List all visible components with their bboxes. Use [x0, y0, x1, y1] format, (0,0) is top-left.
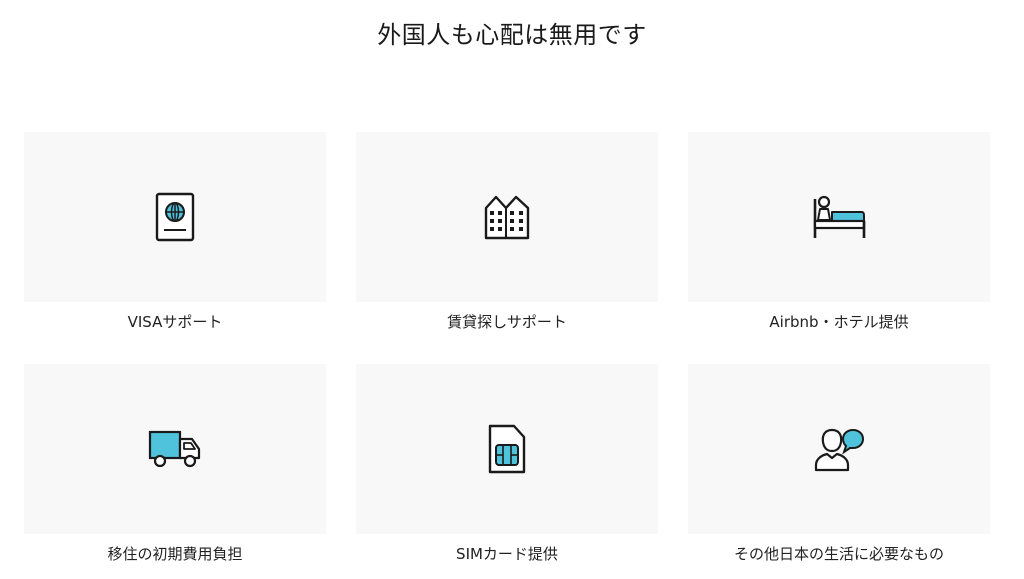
- service-card-visa: VISAサポート: [24, 132, 326, 332]
- service-card-image: [688, 364, 990, 534]
- service-card-image: [24, 132, 326, 302]
- service-label: Airbnb・ホテル提供: [769, 313, 909, 331]
- sim-card-icon: [487, 423, 527, 475]
- service-card-image: [356, 364, 658, 534]
- service-card-relocation: 移住の初期費用負担: [24, 364, 326, 564]
- person-speech-icon: [813, 426, 865, 472]
- service-label: その他日本の生活に必要なもの: [733, 545, 944, 563]
- bed-icon: [812, 194, 866, 240]
- service-label: 移住の初期費用負担: [107, 545, 243, 563]
- service-label: 賃貸探しサポート: [447, 313, 567, 331]
- service-card-other: その他日本の生活に必要なもの: [688, 364, 990, 564]
- service-card-image: [356, 132, 658, 302]
- service-label: VISAサポート: [127, 313, 223, 331]
- service-card-sim: SIMカード提供: [356, 364, 658, 564]
- buildings-icon: [483, 194, 531, 240]
- truck-icon: [148, 429, 202, 469]
- service-label: SIMカード提供: [456, 545, 558, 563]
- passport-icon: [155, 192, 195, 242]
- service-card-rental: 賃貸探しサポート: [356, 132, 658, 332]
- service-card-image: [688, 132, 990, 302]
- service-card-accommodation: Airbnb・ホテル提供: [688, 132, 990, 332]
- page-title: 外国人も心配は無用です: [377, 21, 647, 49]
- service-card-image: [24, 364, 326, 534]
